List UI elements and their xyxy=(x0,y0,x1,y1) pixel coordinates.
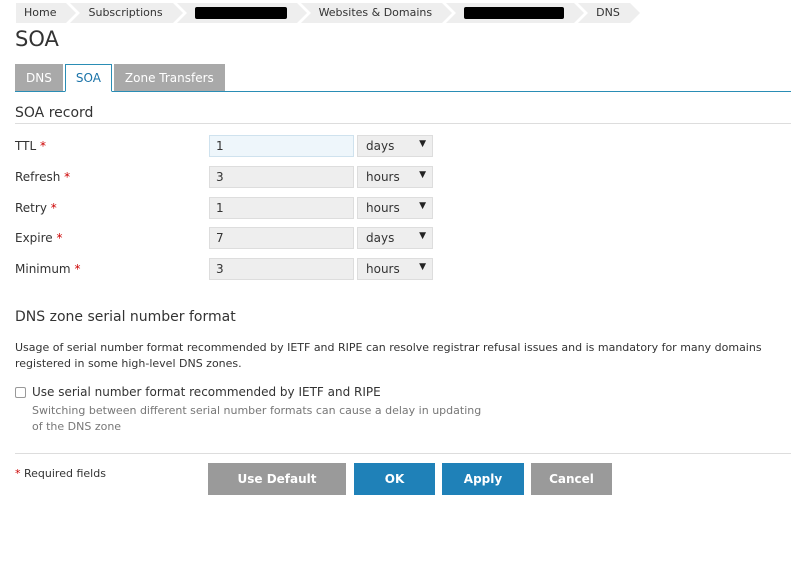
tab-zone-transfers[interactable]: Zone Transfers xyxy=(113,64,225,91)
checkbox-hint: Switching between different serial numbe… xyxy=(32,404,482,433)
chevron-down-icon: ▼ xyxy=(419,201,426,211)
expire-row: Expire * days▼ xyxy=(15,227,435,251)
breadcrumb-websites-domains[interactable]: Websites & Domains xyxy=(300,3,452,23)
footer-divider xyxy=(15,453,791,454)
redacted-text xyxy=(464,7,565,19)
cancel-button[interactable]: Cancel xyxy=(531,463,612,495)
ttl-unit-select[interactable]: days ▼ xyxy=(357,135,433,157)
breadcrumb: Home Subscriptions Websites & Domains DN… xyxy=(16,3,644,23)
minimum-row: Minimum * hours▼ xyxy=(15,258,435,282)
refresh-unit-select[interactable]: hours ▼ xyxy=(357,166,433,188)
ttl-input[interactable] xyxy=(209,135,354,157)
expire-input[interactable] xyxy=(209,227,354,249)
breadcrumb-redacted-subscription[interactable] xyxy=(176,3,307,23)
tab-soa[interactable]: SOA xyxy=(64,64,112,92)
chevron-down-icon: ▼ xyxy=(419,262,426,272)
minimum-label: Minimum * xyxy=(15,262,81,276)
chevron-down-icon: ▼ xyxy=(419,231,426,241)
ttl-label: TTL * xyxy=(15,139,46,153)
refresh-label: Refresh * xyxy=(15,170,71,184)
soa-section-title: SOA record xyxy=(15,105,94,121)
serial-section-title: DNS zone serial number format xyxy=(15,309,236,325)
apply-button[interactable]: Apply xyxy=(442,463,524,495)
redacted-text xyxy=(194,7,287,19)
ietf-ripe-checkbox[interactable] xyxy=(15,387,26,398)
expire-unit-select[interactable]: days ▼ xyxy=(357,227,433,249)
breadcrumb-redacted-domain[interactable] xyxy=(446,3,585,23)
minimum-unit-select[interactable]: hours ▼ xyxy=(357,258,433,280)
ietf-ripe-checkbox-label[interactable]: Use serial number format recommended by … xyxy=(32,385,381,399)
minimum-input[interactable] xyxy=(209,258,354,280)
tab-bar: DNS SOA Zone Transfers xyxy=(15,64,791,92)
ttl-row: TTL * days▼ xyxy=(15,135,435,159)
required-fields-note: * Required fields xyxy=(15,467,106,480)
breadcrumb-home[interactable]: Home xyxy=(16,3,78,23)
retry-unit-select[interactable]: hours ▼ xyxy=(357,197,433,219)
refresh-input[interactable] xyxy=(209,166,354,188)
retry-label: Retry * xyxy=(15,201,57,215)
retry-input[interactable] xyxy=(209,197,354,219)
ok-button[interactable]: OK xyxy=(354,463,435,495)
chevron-down-icon: ▼ xyxy=(419,139,426,149)
breadcrumb-subscriptions[interactable]: Subscriptions xyxy=(70,3,183,23)
chevron-down-icon: ▼ xyxy=(419,170,426,180)
tab-dns[interactable]: DNS xyxy=(15,64,63,91)
retry-row: Retry * hours▼ xyxy=(15,197,435,221)
refresh-row: Refresh * hours▼ xyxy=(15,166,435,190)
expire-label: Expire * xyxy=(15,231,63,245)
use-default-settings-button[interactable]: Use Default Settings xyxy=(208,463,346,518)
serial-description: Usage of serial number format recommende… xyxy=(15,341,762,370)
page-title: SOA xyxy=(15,27,59,51)
breadcrumb-dns: DNS xyxy=(578,3,640,23)
section-divider xyxy=(15,123,791,124)
